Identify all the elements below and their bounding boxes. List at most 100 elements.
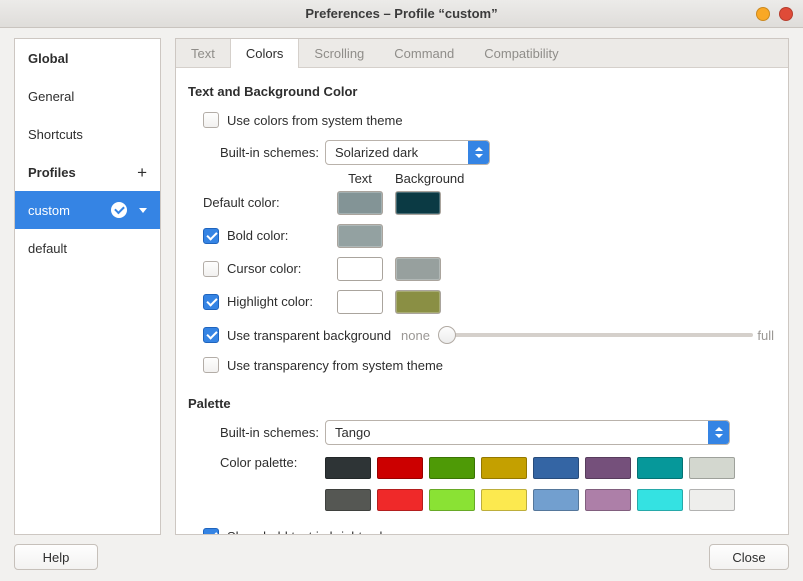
window-title: Preferences – Profile “custom” <box>305 6 497 21</box>
profile-custom-label: custom <box>28 203 70 218</box>
builtin-schemes-label: Built-in schemes: <box>220 145 319 160</box>
tab-colors[interactable]: Colors <box>230 39 300 68</box>
system-transparency-row: Use transparency from system theme <box>203 350 774 380</box>
bold-color-label: Bold color: <box>227 228 288 243</box>
slider-max-label: full <box>757 328 774 343</box>
tab-compatibility-label: Compatibility <box>484 46 558 61</box>
sidebar-item-profile-custom[interactable]: custom <box>15 191 160 229</box>
transparency-slider-area: none full <box>401 328 774 343</box>
titlebar: Preferences – Profile “custom” <box>0 0 803 28</box>
profile-menu-caret-icon[interactable] <box>139 208 147 213</box>
palette-swatch[interactable] <box>429 457 475 479</box>
palette-builtin-schemes-row: Built-in schemes: Tango <box>220 417 774 447</box>
tab-command[interactable]: Command <box>379 39 469 67</box>
palette-swatch[interactable] <box>637 457 683 479</box>
sidebar-header-global: Global <box>15 39 160 77</box>
default-background-color-swatch[interactable] <box>395 191 441 215</box>
system-transparency-checkbox[interactable] <box>203 357 219 373</box>
bold-text-color-swatch[interactable] <box>337 224 383 248</box>
transparency-slider-handle[interactable] <box>438 326 456 344</box>
palette-builtin-schemes-label: Built-in schemes: <box>220 425 319 440</box>
colors-tab-content: Text and Background Color Use colors fro… <box>176 68 788 534</box>
sidebar-header-profiles: Profiles + <box>15 153 160 191</box>
section-title-palette: Palette <box>188 396 774 411</box>
help-button[interactable]: Help <box>14 544 98 570</box>
general-label: General <box>28 89 74 104</box>
window-buttons <box>756 7 793 21</box>
sidebar-item-profile-default[interactable]: default <box>15 229 160 267</box>
builtin-schemes-value: Solarized dark <box>326 145 468 160</box>
tab-colors-label: Colors <box>246 46 284 61</box>
bold-color-checkbox[interactable] <box>203 228 219 244</box>
palette-row-1 <box>325 457 735 479</box>
palette-swatch[interactable] <box>585 457 631 479</box>
sidebar-item-shortcuts[interactable]: Shortcuts <box>15 115 160 153</box>
palette-swatch[interactable] <box>533 457 579 479</box>
show-bold-checkbox[interactable] <box>203 528 219 534</box>
cursor-color-checkbox[interactable] <box>203 261 219 277</box>
column-header-background: Background <box>395 171 464 186</box>
tab-bar: Text Colors Scrolling Command Compatibil… <box>176 39 788 68</box>
highlight-text-color-swatch[interactable] <box>337 290 383 314</box>
tab-scrolling-label: Scrolling <box>314 46 364 61</box>
global-header-label: Global <box>28 51 68 66</box>
palette-swatch[interactable] <box>637 489 683 511</box>
palette-builtin-schemes-value: Tango <box>326 425 708 440</box>
palette-swatch[interactable] <box>481 457 527 479</box>
transparent-background-label: Use transparent background <box>227 328 391 343</box>
palette-swatch[interactable] <box>429 489 475 511</box>
highlight-background-color-swatch[interactable] <box>395 290 441 314</box>
color-palette-label: Color palette: <box>220 455 297 470</box>
palette-swatch[interactable] <box>377 489 423 511</box>
use-system-colors-row: Use colors from system theme <box>203 105 774 135</box>
tab-scrolling[interactable]: Scrolling <box>299 39 379 67</box>
close-button[interactable]: Close <box>709 544 789 570</box>
column-header-text: Text <box>337 171 383 186</box>
transparency-slider[interactable] <box>440 333 753 337</box>
palette-swatch[interactable] <box>533 489 579 511</box>
palette-swatch[interactable] <box>325 457 371 479</box>
use-system-colors-checkbox[interactable] <box>203 112 219 128</box>
default-color-row: Default color: <box>203 186 774 219</box>
tab-compatibility[interactable]: Compatibility <box>469 39 573 67</box>
transparent-background-checkbox[interactable] <box>203 327 219 343</box>
active-profile-check-icon <box>111 202 127 218</box>
preferences-window: Preferences – Profile “custom” Global Ge… <box>0 0 803 581</box>
transparent-background-row: Use transparent background none full <box>203 320 774 350</box>
sidebar: Global General Shortcuts Profiles + cust… <box>14 38 161 535</box>
builtin-schemes-row: Built-in schemes: Solarized dark <box>220 137 774 167</box>
cursor-background-color-swatch[interactable] <box>395 257 441 281</box>
combo-arrows-icon <box>708 421 729 444</box>
palette-swatch[interactable] <box>325 489 371 511</box>
tab-text-label: Text <box>191 46 215 61</box>
cursor-color-label: Cursor color: <box>227 261 301 276</box>
default-text-color-swatch[interactable] <box>337 191 383 215</box>
add-profile-button[interactable]: + <box>137 164 147 181</box>
bold-color-row: Bold color: <box>203 219 774 252</box>
profiles-header-label: Profiles <box>28 165 76 180</box>
system-transparency-label: Use transparency from system theme <box>227 358 443 373</box>
highlight-color-label: Highlight color: <box>227 294 313 309</box>
palette-swatch[interactable] <box>481 489 527 511</box>
palette-swatch[interactable] <box>689 489 735 511</box>
close-window-button[interactable] <box>779 7 793 21</box>
minimize-button[interactable] <box>756 7 770 21</box>
tab-command-label: Command <box>394 46 454 61</box>
palette-swatch[interactable] <box>689 457 735 479</box>
palette-row-2 <box>325 489 735 511</box>
tab-text[interactable]: Text <box>176 39 230 67</box>
palette-swatch[interactable] <box>585 489 631 511</box>
main-panel: Text Colors Scrolling Command Compatibil… <box>175 38 789 535</box>
default-color-label: Default color: <box>203 195 280 210</box>
color-palette-grid <box>325 457 735 511</box>
section-title-text-and-background: Text and Background Color <box>188 84 774 99</box>
palette-swatch[interactable] <box>377 457 423 479</box>
sidebar-item-general[interactable]: General <box>15 77 160 115</box>
highlight-color-checkbox[interactable] <box>203 294 219 310</box>
cursor-text-color-swatch[interactable] <box>337 257 383 281</box>
show-bold-row: Show bold text in bright colors <box>203 521 774 534</box>
builtin-schemes-select[interactable]: Solarized dark <box>325 140 490 165</box>
color-palette-row: Color palette: <box>220 451 774 519</box>
palette-builtin-schemes-select[interactable]: Tango <box>325 420 730 445</box>
slider-min-label: none <box>401 328 430 343</box>
